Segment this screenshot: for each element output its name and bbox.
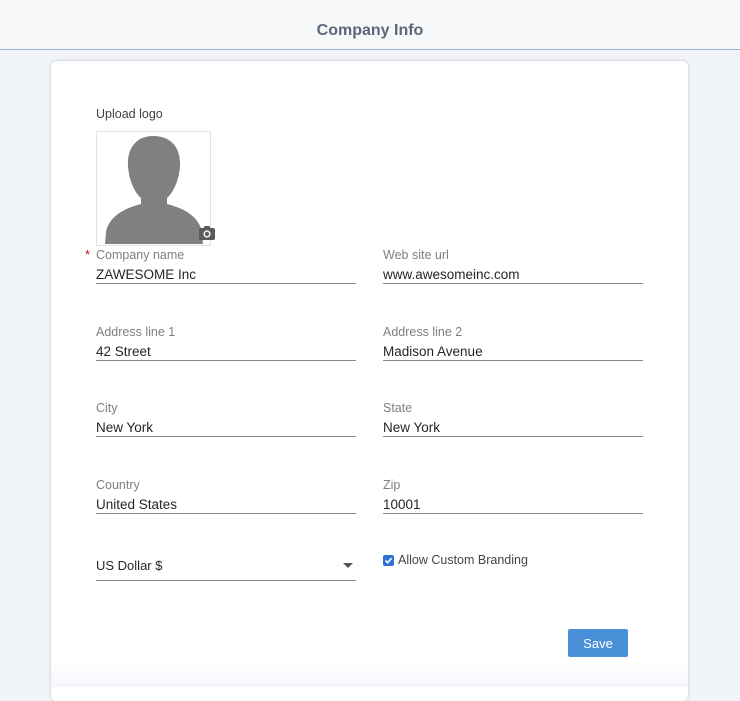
address-line1-label: Address line 1 — [96, 325, 176, 339]
address-line2-underline — [383, 360, 643, 361]
website-url-underline — [383, 283, 643, 284]
company-name-label: Company name — [96, 248, 185, 262]
bottom-fade — [51, 662, 688, 687]
required-asterisk: * — [85, 247, 91, 262]
state-field[interactable]: State New York — [383, 401, 643, 437]
company-name-underline — [96, 283, 356, 284]
currency-select[interactable]: US Dollar $ — [96, 557, 356, 581]
country-label: Country — [96, 478, 140, 492]
state-underline — [383, 436, 643, 437]
upload-logo-label: Upload logo — [96, 107, 163, 121]
zip-value[interactable]: 10001 — [383, 497, 643, 514]
city-value[interactable]: New York — [96, 420, 356, 437]
currency-selected-value: US Dollar $ — [96, 558, 163, 573]
country-field[interactable]: Country United States — [96, 478, 356, 514]
custom-branding-checkbox[interactable] — [383, 554, 394, 566]
page-title: Company Info — [316, 21, 424, 39]
address-line1-underline — [96, 360, 356, 361]
checkmark-icon — [384, 557, 393, 564]
country-underline — [96, 513, 356, 514]
state-value[interactable]: New York — [383, 420, 643, 437]
logo-upload-box[interactable] — [96, 131, 211, 246]
zip-underline — [383, 513, 643, 514]
website-url-label: Web site url — [383, 248, 449, 262]
address-line2-value[interactable]: Madison Avenue — [383, 344, 643, 361]
person-silhouette-icon — [105, 136, 203, 244]
country-value[interactable]: United States — [96, 497, 356, 514]
address-line1-value[interactable]: 42 Street — [96, 344, 356, 361]
company-name-value[interactable]: ZAWESOME Inc — [96, 267, 356, 284]
city-field[interactable]: City New York — [96, 401, 356, 437]
zip-label: Zip — [383, 478, 401, 492]
zip-field[interactable]: Zip 10001 — [383, 478, 643, 514]
page-header: Company Info — [0, 0, 740, 50]
custom-branding-option[interactable]: Allow Custom Branding — [383, 553, 528, 567]
address-line2-label: Address line 2 — [383, 325, 463, 339]
address-line2-field[interactable]: Address line 2 Madison Avenue — [383, 325, 643, 361]
website-url-value[interactable]: www.awesomeinc.com — [383, 267, 643, 284]
city-underline — [96, 436, 356, 437]
city-label: City — [96, 401, 118, 415]
camera-icon[interactable] — [199, 226, 215, 240]
chevron-down-icon[interactable] — [343, 563, 353, 568]
custom-branding-label: Allow Custom Branding — [398, 553, 528, 567]
state-label: State — [383, 401, 413, 415]
address-line1-field[interactable]: Address line 1 42 Street — [96, 325, 356, 361]
save-button[interactable]: Save — [568, 629, 628, 657]
website-url-field[interactable]: Web site url www.awesomeinc.com — [383, 248, 643, 284]
company-name-field[interactable]: Company name ZAWESOME Inc — [96, 248, 356, 284]
